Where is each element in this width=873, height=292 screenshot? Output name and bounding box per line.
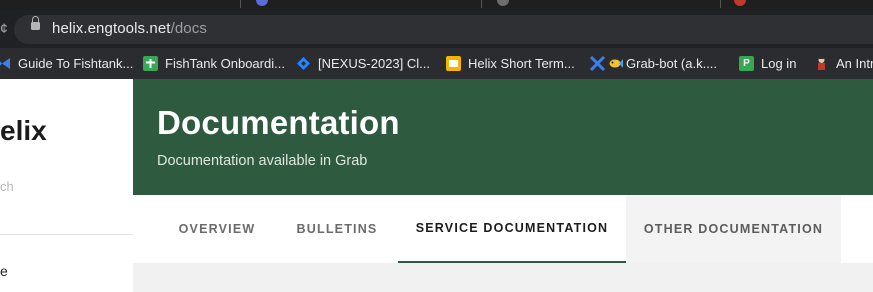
bookmark-fishtank-onboarding[interactable]: FishTank Onboardi... bbox=[143, 48, 285, 79]
person-icon bbox=[814, 56, 829, 71]
tab-other-documentation[interactable]: OTHER DOCUMENTATION bbox=[626, 195, 841, 263]
bookmarks-bar: Guide To Fishtank... FishTank Onboardi..… bbox=[0, 48, 873, 79]
tab-separator bbox=[481, 0, 482, 8]
fish-icon bbox=[608, 56, 623, 71]
bookmark-an-intro[interactable]: An Intr bbox=[814, 48, 873, 79]
tab-favicon-icon[interactable] bbox=[256, 0, 268, 6]
tab-bulletins[interactable]: BULLETINS bbox=[273, 195, 401, 263]
tab-favicon-icon[interactable] bbox=[497, 0, 509, 6]
documentation-tabs: OVERVIEW BULLETINS SERVICE DOCUMENTATION… bbox=[133, 195, 873, 263]
bookmark-nexus-2023[interactable]: [NEXUS-2023] Cl... bbox=[296, 48, 430, 79]
sidebar-divider bbox=[0, 234, 133, 235]
bookmark-grab-bot[interactable]: Grab-bot (a.k.... bbox=[590, 48, 717, 79]
p-icon: P bbox=[739, 56, 754, 71]
tab-service-documentation[interactable]: SERVICE DOCUMENTATION bbox=[398, 195, 626, 263]
x-icon bbox=[590, 56, 605, 71]
bookmark-helix-short-term[interactable]: Helix Short Term... bbox=[446, 48, 575, 79]
tabs-filler bbox=[841, 195, 873, 263]
bookmark-guide-to-fishtank[interactable]: Guide To Fishtank... bbox=[0, 48, 133, 79]
tab-separator bbox=[720, 0, 721, 8]
sidebar-item[interactable]: e bbox=[0, 263, 8, 279]
sidebar: elix ch e bbox=[0, 79, 133, 292]
page-header-banner: Documentation Documentation available in… bbox=[133, 79, 873, 195]
lock-icon[interactable] bbox=[31, 16, 40, 31]
cross-icon bbox=[143, 56, 158, 71]
jira-diamond-icon bbox=[296, 56, 311, 71]
main-content bbox=[133, 263, 873, 292]
slides-icon bbox=[446, 56, 461, 71]
url-host: helix.engtools.net bbox=[52, 20, 171, 37]
url-text[interactable]: helix.engtools.net/docs bbox=[52, 19, 207, 39]
tab-separator bbox=[240, 0, 241, 8]
bookmark-log-in[interactable]: P Log in bbox=[739, 48, 796, 79]
tab-favicon-icon[interactable] bbox=[734, 0, 746, 6]
url-path: /docs bbox=[170, 20, 207, 37]
brand-logo-text[interactable]: elix bbox=[0, 115, 47, 147]
fishtank-icon bbox=[0, 56, 11, 71]
reload-icon[interactable]: ¢ bbox=[0, 21, 8, 35]
page-title: Documentation bbox=[157, 104, 400, 141]
sidebar-search-input[interactable]: ch bbox=[0, 179, 14, 194]
page-subtitle: Documentation available in Grab bbox=[157, 153, 368, 169]
browser-tab-strip bbox=[0, 0, 873, 10]
